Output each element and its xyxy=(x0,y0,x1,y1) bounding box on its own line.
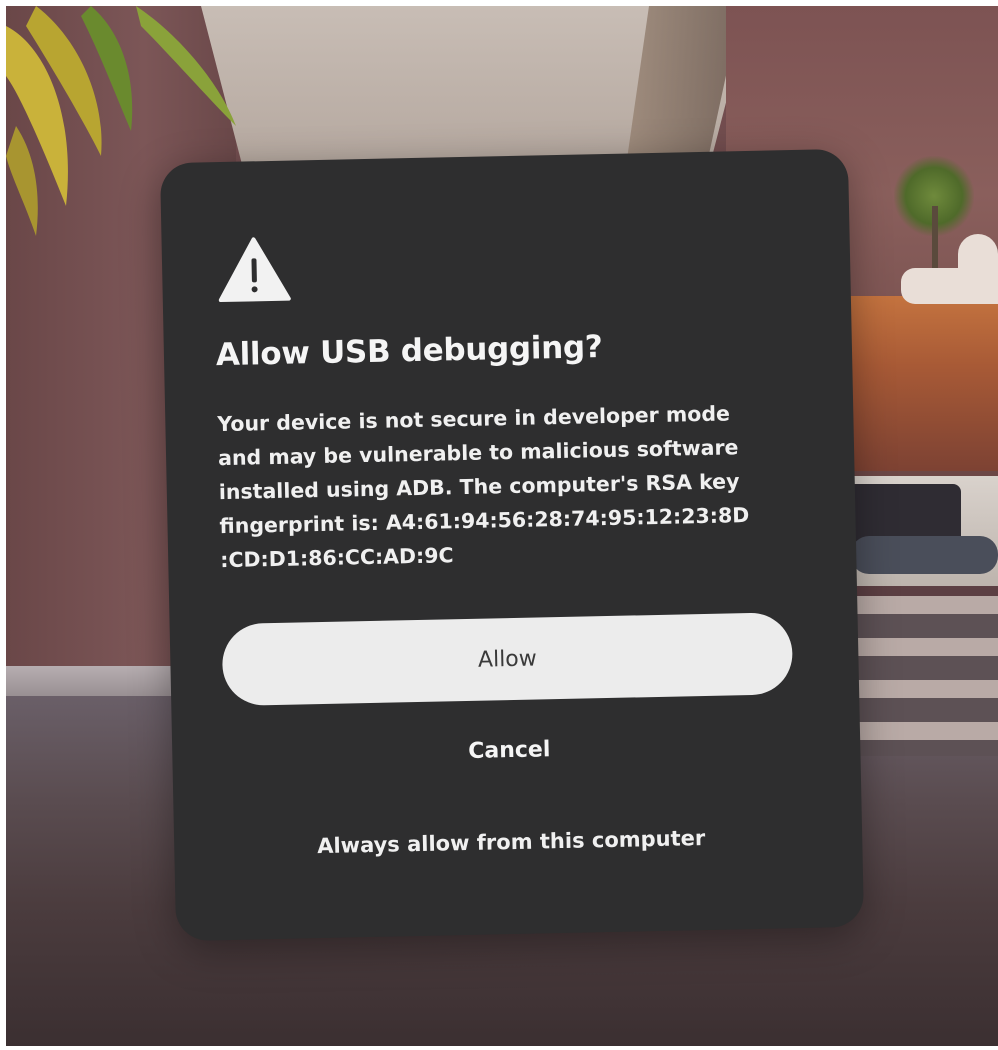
dialog-message: Your device is not secure in developer m… xyxy=(217,395,780,577)
background-palm-trunk xyxy=(932,206,938,276)
background-sofa-seat xyxy=(851,536,998,574)
cancel-button[interactable]: Cancel xyxy=(224,722,795,778)
warning-triangle-icon xyxy=(218,237,291,303)
allow-button[interactable]: Allow xyxy=(221,612,794,707)
background-house-dome xyxy=(958,234,998,270)
background-steps xyxy=(846,596,998,756)
usb-debugging-dialog: Allow USB debugging? Your device is not … xyxy=(159,148,865,942)
vr-environment-background: Allow USB debugging? Your device is not … xyxy=(6,6,998,1046)
background-rock-face xyxy=(836,296,998,471)
dialog-title: Allow USB debugging? xyxy=(215,329,603,374)
background-house xyxy=(901,268,998,304)
always-allow-button[interactable]: Always allow from this computer xyxy=(226,814,797,870)
